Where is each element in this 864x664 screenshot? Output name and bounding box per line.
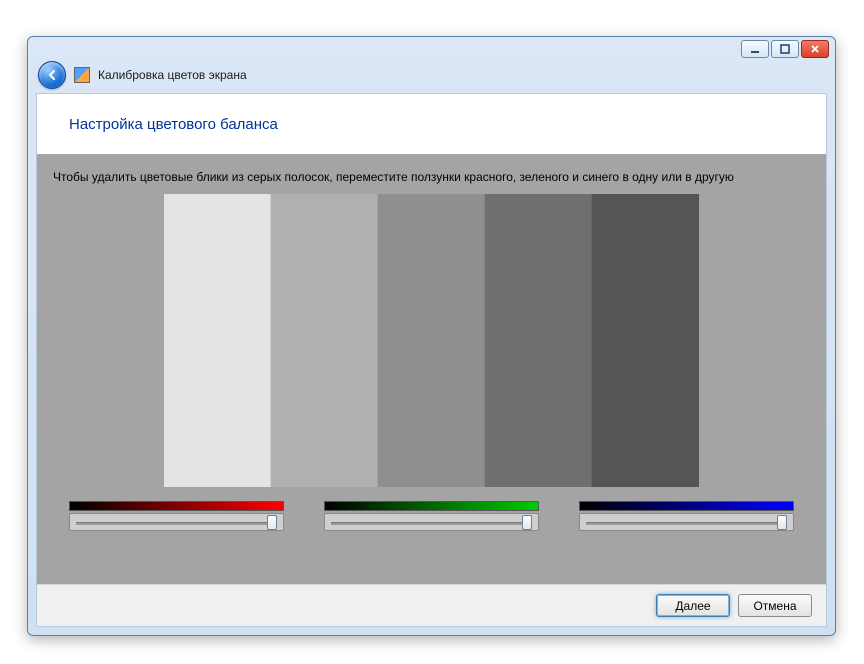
red-slider[interactable] — [69, 513, 284, 531]
blue-slider-thumb[interactable] — [777, 515, 787, 530]
gray-bar — [271, 194, 378, 487]
red-slider-group — [69, 501, 284, 531]
red-gradient — [69, 501, 284, 511]
back-button[interactable] — [38, 61, 66, 89]
green-slider-thumb[interactable] — [522, 515, 532, 530]
blue-slider-group — [579, 501, 794, 531]
next-button[interactable]: Далее — [656, 594, 730, 617]
window-controls — [741, 40, 829, 58]
gray-bars — [164, 194, 699, 487]
app-icon — [74, 67, 90, 83]
slider-rail — [76, 522, 277, 525]
calibration-area: Чтобы удалить цветовые блики из серых по… — [37, 154, 826, 584]
cancel-button[interactable]: Отмена — [738, 594, 812, 617]
blue-gradient — [579, 501, 794, 511]
green-gradient — [324, 501, 539, 511]
gray-bars-wrap — [53, 194, 810, 487]
maximize-button[interactable] — [771, 40, 799, 58]
green-slider-group — [324, 501, 539, 531]
slider-rail — [331, 522, 532, 525]
wizard-footer: Далее Отмена — [37, 584, 826, 626]
arrow-left-icon — [45, 68, 59, 82]
slider-rail — [586, 522, 787, 525]
close-button[interactable] — [801, 40, 829, 58]
page-heading: Настройка цветового баланса — [37, 94, 826, 149]
gray-bar — [485, 194, 592, 487]
minimize-button[interactable] — [741, 40, 769, 58]
nav-row: Калибровка цветов экрана — [28, 61, 835, 95]
blue-slider[interactable] — [579, 513, 794, 531]
titlebar — [28, 37, 835, 61]
wizard-window: Калибровка цветов экрана Настройка цвето… — [27, 36, 836, 636]
gray-bar — [164, 194, 271, 487]
window-title: Калибровка цветов экрана — [98, 68, 247, 82]
wizard-content: Настройка цветового баланса Чтобы удалит… — [36, 93, 827, 627]
sliders-row — [53, 501, 810, 531]
instruction-text: Чтобы удалить цветовые блики из серых по… — [53, 170, 810, 184]
gray-bar — [592, 194, 699, 487]
green-slider[interactable] — [324, 513, 539, 531]
red-slider-thumb[interactable] — [267, 515, 277, 530]
gray-bar — [378, 194, 485, 487]
